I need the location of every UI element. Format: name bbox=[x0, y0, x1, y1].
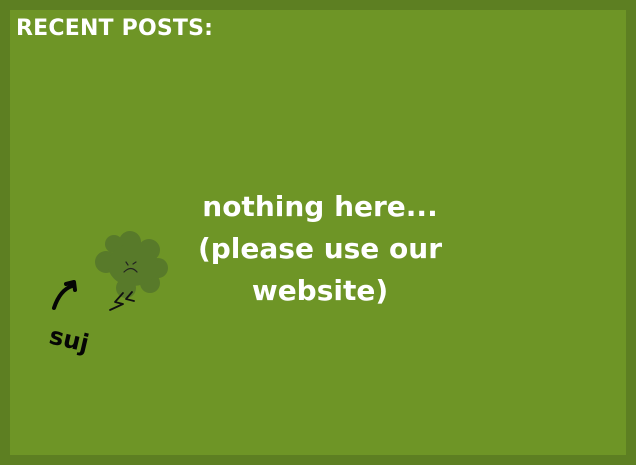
recent-posts-title: RECENT POSTS: bbox=[16, 16, 214, 41]
recent-posts-panel: RECENT POSTS: nothing here... (please us… bbox=[0, 0, 636, 465]
mascot-handwritten-note: suj bbox=[47, 322, 92, 358]
empty-message-line-2: (please use our bbox=[197, 232, 443, 265]
empty-posts-message: nothing here... (please use our website) bbox=[150, 186, 490, 312]
clover-leaves bbox=[95, 231, 168, 298]
mascot-legs bbox=[109, 291, 135, 311]
curved-arrow-icon bbox=[52, 280, 77, 310]
empty-message-line-1: nothing here... bbox=[202, 190, 438, 223]
sad-clover-mascot-icon: suj bbox=[47, 231, 168, 358]
empty-message-line-3: website) bbox=[251, 274, 389, 307]
